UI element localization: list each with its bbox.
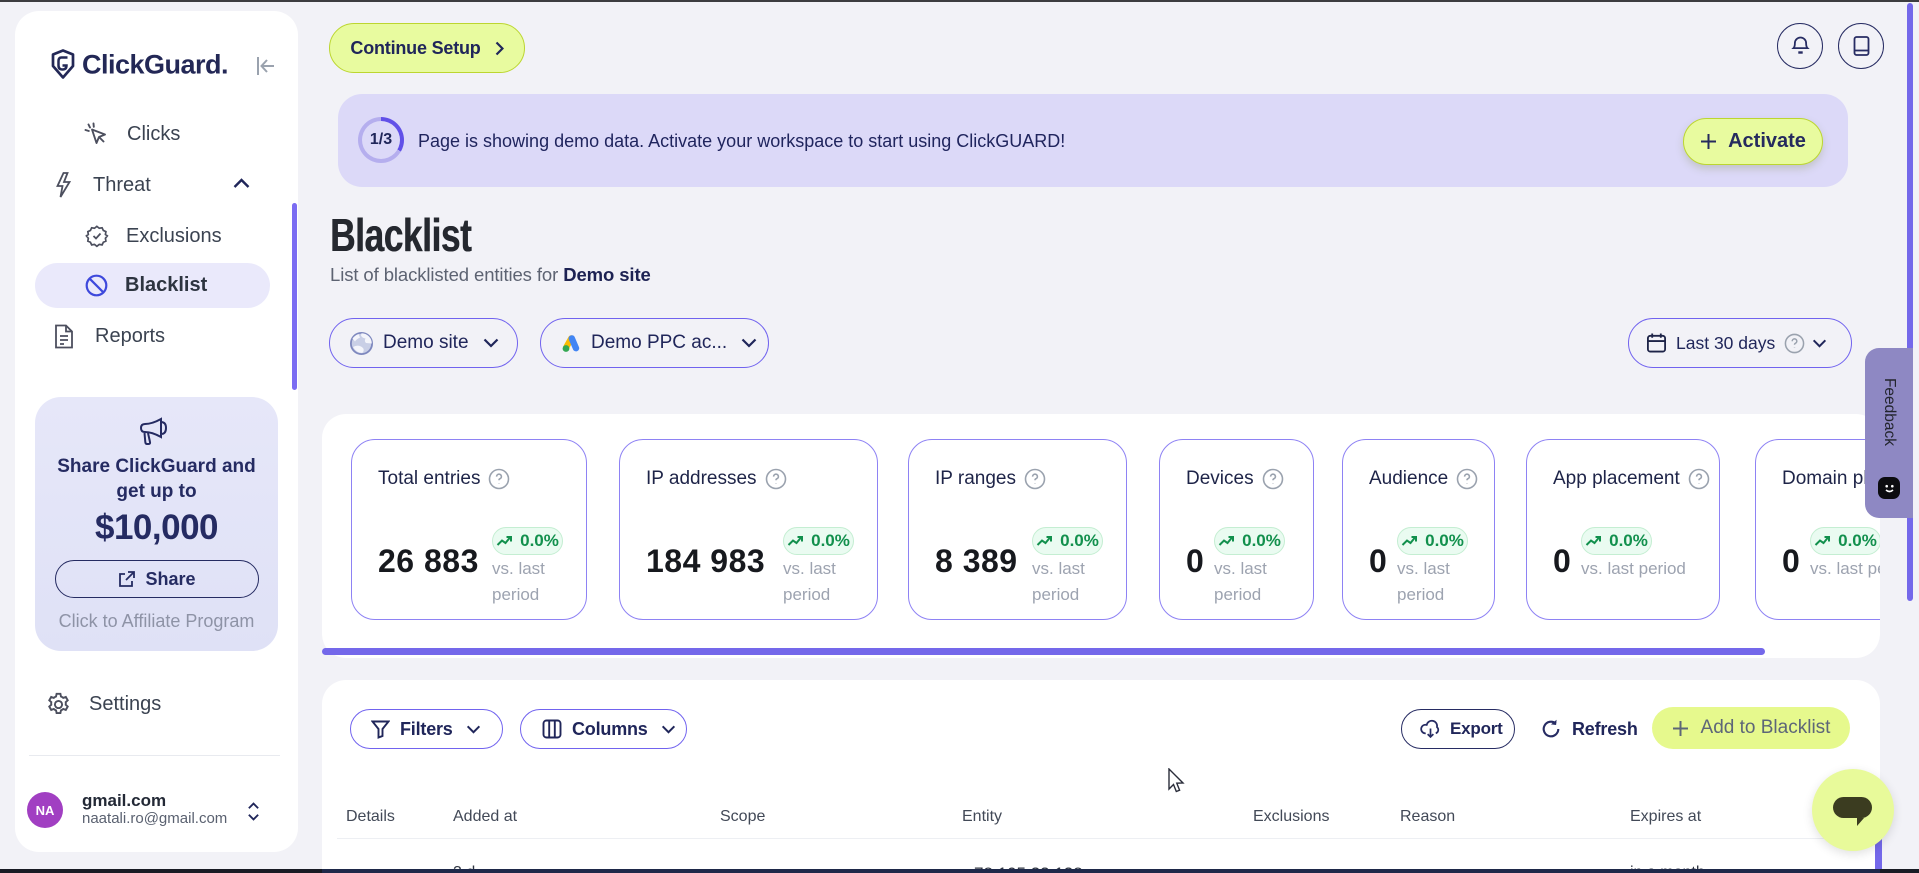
svg-text:ClickGuard.: ClickGuard. xyxy=(82,50,228,80)
